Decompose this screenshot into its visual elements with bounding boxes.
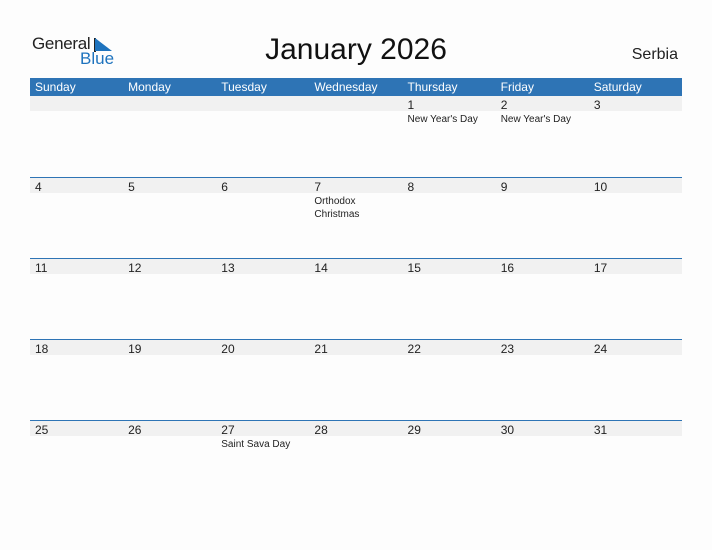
weekday-wednesday: Wednesday [314, 80, 378, 94]
day-cell: 29 [403, 420, 496, 500]
day-number: 18 [35, 342, 49, 356]
day-number: 15 [407, 261, 421, 275]
day-cell: 2 New Year's Day [496, 96, 589, 176]
day-cell: 5 [123, 177, 216, 257]
day-cell: 7 Orthodox Christmas [309, 177, 402, 257]
day-cell: 17 [589, 258, 682, 338]
day-number: 11 [35, 261, 48, 275]
day-number: 20 [221, 342, 235, 356]
day-cell: 6 [216, 177, 309, 257]
week-row: 1 New Year's Day 2 New Year's Day 3 [30, 96, 682, 176]
day-cell: 12 [123, 258, 216, 338]
day-cell: 4 [30, 177, 123, 257]
day-cell: 18 [30, 339, 123, 419]
day-cell: 16 [496, 258, 589, 338]
day-number: 16 [500, 261, 515, 275]
day-number: 29 [407, 423, 421, 437]
weekday-saturday: Saturday [593, 80, 642, 94]
day-cell: 27 Saint Sava Day [216, 420, 309, 500]
day-cell: 28 [309, 420, 402, 500]
day-number: 26 [128, 423, 142, 437]
country-label: Serbia [631, 46, 678, 63]
day-number: 22 [407, 342, 421, 356]
day-number: 23 [500, 342, 515, 356]
day-cell: 22 [403, 339, 496, 419]
day-cell: 23 [496, 339, 589, 419]
day-cell: 31 [589, 420, 682, 500]
day-number: 14 [314, 261, 328, 275]
holiday-label: New Year's Day [407, 114, 478, 125]
day-number: 13 [221, 261, 235, 275]
day-number: 17 [593, 261, 608, 275]
week-row: 4 5 6 7 Orthodox Christmas 8 9 10 [30, 177, 682, 257]
day-number: 4 [35, 180, 42, 194]
day-cell: 30 [496, 420, 589, 500]
day-number: 1 [407, 98, 415, 112]
holiday-label: Saint Sava Day [221, 439, 291, 450]
day-number: 2 [500, 98, 508, 112]
weekday-tuesday: Tuesday [221, 80, 267, 94]
weekday-header: Sunday Monday Tuesday Wednesday Thursday… [30, 78, 682, 96]
holiday-label: Orthodox Christmas [314, 196, 360, 220]
day-cell: 15 [403, 258, 496, 338]
week-row: 25 26 27 Saint Sava Day 28 29 30 31 [30, 420, 682, 500]
day-cell: 11 [30, 258, 123, 338]
day-number: 24 [593, 342, 608, 356]
day-number: 12 [128, 261, 142, 275]
holiday-label: New Year's Day [500, 114, 571, 125]
day-number: 25 [35, 423, 49, 437]
day-cell: 3 [589, 96, 682, 176]
day-number: 10 [593, 180, 608, 194]
weekday-monday: Monday [128, 80, 171, 94]
weekday-thursday: Thursday [407, 80, 458, 94]
day-cell [309, 96, 402, 176]
day-number: 3 [593, 98, 601, 112]
day-cell: 13 [216, 258, 309, 338]
day-cell [30, 96, 123, 176]
week-row: 18 19 20 21 22 23 24 [30, 339, 682, 419]
day-cell: 8 [403, 177, 496, 257]
day-number: 19 [128, 342, 142, 356]
day-cell: 10 [589, 177, 682, 257]
day-cell [216, 96, 309, 176]
day-cell: 21 [309, 339, 402, 419]
day-cell: 14 [309, 258, 402, 338]
day-cell: 26 [123, 420, 216, 500]
day-cell: 19 [123, 339, 216, 419]
day-number: 31 [593, 423, 608, 437]
day-cell: 25 [30, 420, 123, 500]
day-cell [123, 96, 216, 176]
day-cell: 20 [216, 339, 309, 419]
day-number: 30 [500, 423, 515, 437]
day-cell: 9 [496, 177, 589, 257]
week-row: 11 12 13 14 15 16 17 [30, 258, 682, 338]
day-number: 28 [314, 423, 328, 437]
weekday-sunday: Sunday [35, 80, 76, 94]
day-number: 9 [500, 180, 508, 194]
day-number: 6 [221, 180, 228, 194]
day-number: 8 [407, 180, 415, 194]
day-number: 5 [128, 180, 135, 194]
calendar-title: January 2026 [265, 33, 447, 66]
day-cell: 24 [589, 339, 682, 419]
weekday-friday: Friday [500, 80, 534, 94]
day-number: 27 [221, 423, 235, 437]
day-number: 21 [314, 342, 328, 356]
day-number: 7 [314, 180, 322, 194]
day-cell: 1 New Year's Day [403, 96, 496, 176]
